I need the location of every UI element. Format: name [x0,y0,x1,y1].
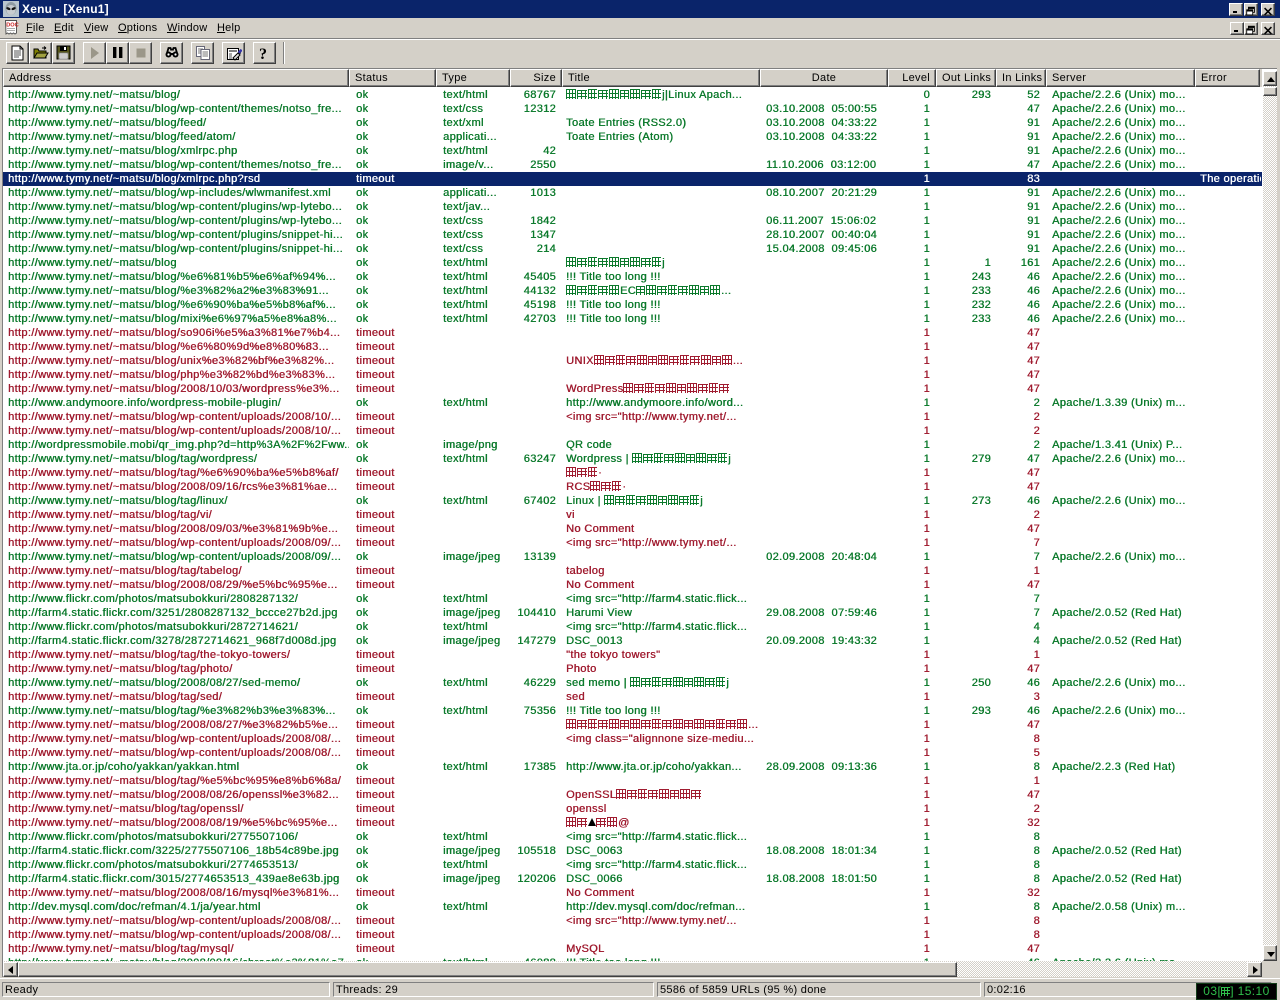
svg-text:DOC: DOC [6,23,18,29]
svg-text:?: ? [259,46,267,61]
